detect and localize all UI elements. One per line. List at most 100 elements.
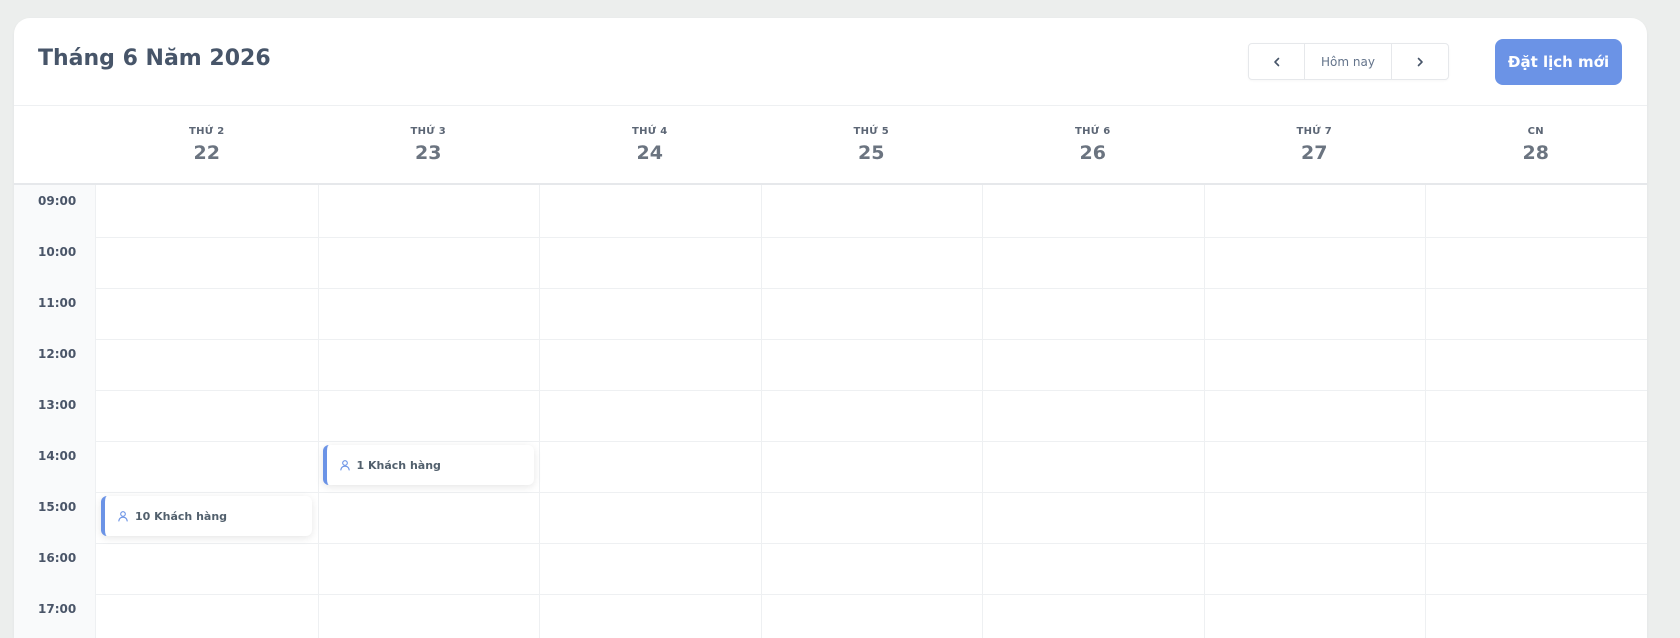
day-column-header: THỨ 3 23 (318, 106, 540, 185)
time-slot-cell[interactable] (540, 491, 761, 541)
day-column-header: THỨ 4 24 (539, 106, 761, 185)
day-date: 24 (636, 142, 663, 164)
time-slot-cell[interactable] (540, 542, 761, 592)
time-slot-cell[interactable] (983, 185, 1204, 235)
time-slot-cell[interactable] (983, 389, 1204, 439)
chevron-right-icon (1417, 57, 1423, 66)
time-slot-cell[interactable] (97, 542, 318, 592)
time-slot-cell[interactable] (762, 593, 983, 638)
time-label: 11:00 (38, 296, 77, 310)
next-week-button[interactable] (1392, 44, 1448, 79)
time-slot-cell[interactable] (1426, 440, 1647, 490)
time-slot-cell[interactable] (1426, 593, 1647, 638)
time-slot-cell[interactable] (1426, 542, 1647, 592)
time-slot-cell[interactable] (540, 593, 761, 638)
time-slot-cell[interactable] (540, 185, 761, 235)
time-slot-cell[interactable] (540, 338, 761, 388)
time-slot-cell[interactable] (319, 236, 540, 286)
user-icon (339, 459, 351, 471)
chevron-left-icon (1273, 57, 1279, 66)
day-column-header: THỨ 2 22 (96, 106, 318, 185)
time-label: 09:00 (38, 194, 77, 208)
day-column-header: THỨ 6 26 (982, 106, 1204, 185)
time-slot-cell[interactable] (97, 185, 318, 235)
event-label: 10 Khách hàng (135, 509, 228, 523)
day-column-header: CN 28 (1425, 106, 1647, 185)
calendar-header: Tháng 6 Năm 2026 Hôm nay Đặt lịch mới (14, 18, 1647, 106)
time-slot-cell[interactable] (983, 287, 1204, 337)
day-name: THỨ 3 (410, 126, 446, 137)
time-slot-cell[interactable] (762, 185, 983, 235)
calendar-grid: 09:00 10:00 11:00 12:00 13:00 14:00 15:00 16:00… (14, 185, 1647, 638)
time-slot-cell[interactable] (762, 440, 983, 490)
time-slot-cell[interactable] (1426, 389, 1647, 439)
time-slot-cell[interactable] (319, 389, 540, 439)
time-slot-cell[interactable] (1205, 236, 1426, 286)
time-slot-cell[interactable] (319, 185, 540, 235)
time-slot-cell[interactable] (97, 440, 318, 490)
time-slot-cell[interactable] (983, 338, 1204, 388)
time-slot-cell[interactable] (762, 389, 983, 439)
time-label: 16:00 (38, 551, 77, 565)
day-name: THỨ 2 (189, 126, 225, 137)
time-slot-cell[interactable] (97, 287, 318, 337)
time-slot-cell[interactable] (1205, 491, 1426, 541)
day-name: THỨ 4 (632, 126, 668, 137)
time-slot-cell[interactable] (1205, 338, 1426, 388)
day-date: 28 (1522, 142, 1549, 164)
day-name: THỨ 7 (1296, 126, 1332, 137)
day-column-header: THỨ 7 27 (1204, 106, 1426, 185)
time-slot-cell[interactable] (762, 287, 983, 337)
event-label: 1 Khách hàng (356, 458, 441, 472)
time-label: 14:00 (38, 449, 77, 463)
time-slot-cell[interactable] (762, 542, 983, 592)
time-slot-cell[interactable] (319, 287, 540, 337)
time-gutter: 09:00 10:00 11:00 12:00 13:00 14:00 15:00 16:00… (14, 185, 96, 638)
time-slot-cell[interactable] (1426, 185, 1647, 235)
time-slot-cell[interactable] (1205, 185, 1426, 235)
appointment-event[interactable]: 10 Khách hàng (101, 496, 312, 536)
time-slot-cell[interactable] (97, 236, 318, 286)
appointment-event[interactable]: 1 Khách hàng (322, 445, 534, 485)
day-date: 26 (1079, 142, 1106, 164)
user-icon (117, 510, 129, 522)
time-slot-cell[interactable] (319, 542, 540, 592)
time-slot-cell[interactable] (1426, 287, 1647, 337)
previous-week-button[interactable] (1249, 44, 1305, 79)
time-slot-cell[interactable] (762, 491, 983, 541)
time-slot-cell[interactable] (1426, 236, 1647, 286)
day-column-header: THỨ 5 25 (761, 106, 983, 185)
time-slot-cell[interactable] (319, 593, 540, 638)
time-slot-cell[interactable] (319, 491, 540, 541)
time-label: 13:00 (38, 398, 77, 412)
time-slot-cell[interactable] (97, 389, 318, 439)
time-label: 10:00 (38, 245, 77, 259)
time-slot-cell[interactable] (1205, 542, 1426, 592)
time-slot-cell[interactable] (540, 440, 761, 490)
time-slot-cell[interactable] (1426, 338, 1647, 388)
time-slot-cell[interactable] (1205, 287, 1426, 337)
time-slot-cell[interactable] (983, 593, 1204, 638)
time-slot-cell[interactable] (983, 542, 1204, 592)
date-navigation: Hôm nay (1248, 43, 1449, 80)
time-slot-cell[interactable] (540, 287, 761, 337)
time-slot-cell[interactable] (97, 338, 318, 388)
time-slot-cell[interactable] (1205, 389, 1426, 439)
time-slot-cell[interactable] (540, 389, 761, 439)
day-date: 25 (858, 142, 885, 164)
time-slot-cell[interactable] (1426, 491, 1647, 541)
time-slot-cell[interactable] (983, 440, 1204, 490)
time-label: 17:00 (38, 602, 77, 616)
today-button[interactable]: Hôm nay (1305, 44, 1392, 79)
time-slot-cell[interactable] (1205, 593, 1426, 638)
time-slot-cell[interactable] (762, 338, 983, 388)
time-slot-cell[interactable] (1205, 440, 1426, 490)
time-slot-cell[interactable] (762, 236, 983, 286)
time-slot-cell[interactable] (540, 236, 761, 286)
time-slot-cell[interactable] (97, 593, 318, 638)
time-slot-cell[interactable] (983, 491, 1204, 541)
time-slot-cell[interactable] (319, 338, 540, 388)
day-name: CN (1527, 126, 1544, 137)
new-booking-button[interactable]: Đặt lịch mới (1495, 39, 1622, 85)
time-slot-cell[interactable] (983, 236, 1204, 286)
